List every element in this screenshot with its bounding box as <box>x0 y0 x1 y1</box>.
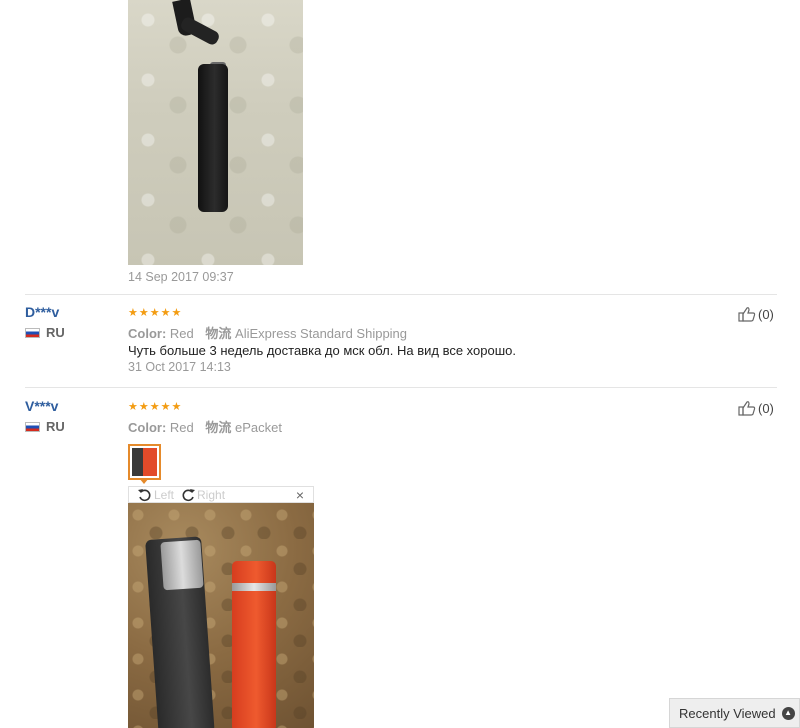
star-icon: ★ <box>160 307 171 319</box>
thumbs-up-icon <box>738 400 756 416</box>
helpful-button[interactable]: (0) <box>738 400 774 416</box>
country-code: RU <box>46 419 65 434</box>
rotate-right-icon <box>182 488 196 501</box>
star-icon: ★ <box>149 401 160 413</box>
star-rating: ★ ★ ★ ★ ★ <box>128 308 181 319</box>
star-icon: ★ <box>171 401 182 413</box>
review-photo-thumbnail[interactable] <box>128 444 161 480</box>
star-icon: ★ <box>171 307 182 319</box>
star-rating: ★ ★ ★ ★ ★ <box>128 402 181 413</box>
helpful-count: (0) <box>758 400 774 416</box>
color-value: Red <box>169 326 194 341</box>
rotate-left-button[interactable]: Left <box>137 488 174 502</box>
review-divider <box>25 387 777 388</box>
shipping-value: ePacket <box>235 420 283 435</box>
rotate-left-icon <box>138 488 151 501</box>
reviewer-country: RU <box>25 325 65 340</box>
star-icon: ★ <box>160 401 171 413</box>
thumbs-up-icon <box>738 306 756 322</box>
helpful-button[interactable]: (0) <box>738 306 774 322</box>
reviewer-country: RU <box>25 419 65 434</box>
reviewer-name[interactable]: D***v <box>25 304 59 320</box>
review-attributes: Color: Red 物流 ePacket <box>128 417 282 436</box>
reviewer-name[interactable]: V***v <box>25 398 58 414</box>
shipping-label: 物流 <box>205 326 232 341</box>
star-icon: ★ <box>149 307 160 319</box>
review-attributes: Color: Red 物流 AliExpress Standard Shippi… <box>128 323 407 342</box>
photo-rotate-toolbar: Left Right × <box>128 486 314 503</box>
color-label: Color: <box>128 420 167 435</box>
review-date: 31 Oct 2017 14:13 <box>128 360 231 374</box>
recently-viewed-tab[interactable]: Recently Viewed ▲ <box>669 698 800 728</box>
color-label: Color: <box>128 326 167 341</box>
rotate-right-label: Right <box>197 487 226 502</box>
rotate-right-button[interactable]: Right <box>180 488 225 502</box>
star-icon: ★ <box>128 401 138 413</box>
chevron-up-icon: ▲ <box>781 706 795 720</box>
star-icon: ★ <box>138 307 149 319</box>
shipping-label: 物流 <box>205 420 232 435</box>
review-divider <box>25 294 777 295</box>
rotate-left-label: Left <box>154 487 175 502</box>
country-code: RU <box>46 325 65 340</box>
color-value: Red <box>169 420 194 435</box>
star-icon: ★ <box>128 307 138 319</box>
thumbnail-pointer <box>139 478 149 484</box>
review-date: 14 Sep 2017 09:37 <box>128 270 234 284</box>
russia-flag-icon <box>25 327 40 338</box>
star-icon: ★ <box>138 401 149 413</box>
russia-flag-icon <box>25 421 40 432</box>
close-icon[interactable]: × <box>296 487 304 503</box>
shipping-value: AliExpress Standard Shipping <box>235 326 408 341</box>
review-photo-large[interactable] <box>128 0 303 265</box>
review-text: Чуть больше 3 недель доставка до мск обл… <box>128 343 516 358</box>
helpful-count: (0) <box>758 306 774 322</box>
review-photo-large[interactable] <box>128 503 314 728</box>
recently-viewed-label: Recently Viewed <box>679 705 776 721</box>
